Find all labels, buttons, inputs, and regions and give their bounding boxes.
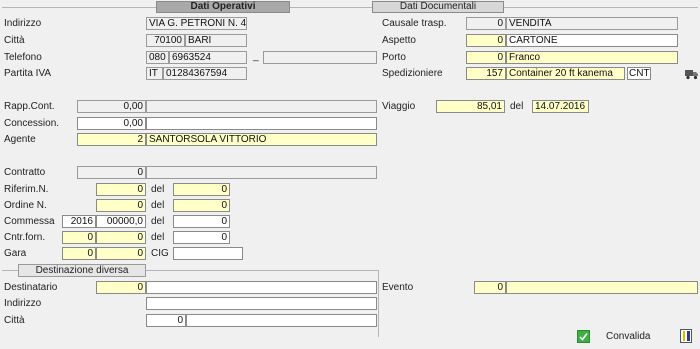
viaggio-del-label: del — [510, 101, 524, 112]
cntr-forn-del-label: del — [151, 232, 165, 243]
rapp-cont-label: Rapp.Cont. — [4, 101, 55, 112]
rapp-cont-desc-field[interactable] — [146, 100, 377, 113]
riferim-label: Riferim.N. — [4, 184, 49, 195]
riferim-field[interactable]: 0 — [96, 183, 146, 196]
agente-name-field[interactable]: SANTORSOLA VITTORIO — [146, 133, 377, 146]
gara-cig-label: CIG — [151, 248, 169, 259]
riferim-del-label: del — [151, 184, 165, 195]
commessa-field[interactable]: 00000,0 — [96, 215, 146, 228]
telefono-label: Telefono — [4, 52, 42, 63]
tab-dati-operativi[interactable]: Dati Operativi — [156, 1, 290, 13]
destinazione-line-left — [2, 270, 18, 271]
truck-icon[interactable] — [685, 68, 699, 80]
telefono-extra-field[interactable] — [263, 51, 377, 64]
spedizioniere-label: Spedizioniere — [382, 68, 443, 79]
dest-citta-label: Città — [4, 315, 25, 326]
partita-iva-number-field[interactable]: 01284367594 — [163, 67, 247, 80]
concession-field[interactable]: 0,00 — [77, 117, 146, 130]
check-icon — [579, 333, 588, 341]
destinatario-label: Destinatario — [4, 282, 58, 293]
commessa-date-field[interactable]: 0 — [173, 215, 230, 228]
citta-name-field[interactable]: BARI — [185, 34, 247, 47]
destinatario-code-field[interactable]: 0 — [96, 281, 146, 294]
porto-code-field[interactable]: 0 — [466, 51, 506, 64]
gara-b-field[interactable]: 0 — [96, 247, 146, 260]
ordine-del-label: del — [151, 200, 165, 211]
citta-label: Città — [4, 35, 25, 46]
porto-label: Porto — [382, 52, 406, 63]
spedizioniere-tag-field[interactable]: CNT — [627, 67, 651, 80]
ordine-field[interactable]: 0 — [96, 199, 146, 212]
cntr-forn-label: Cntr.forn. — [4, 232, 46, 243]
gara-a-field[interactable]: 0 — [62, 247, 96, 260]
convalida-checkbox[interactable] — [577, 330, 590, 343]
aspetto-value-field[interactable]: CARTONE — [506, 34, 678, 47]
contratto-desc-field[interactable] — [146, 166, 377, 179]
concession-desc-field[interactable] — [146, 117, 377, 130]
concession-label: Concession. — [4, 118, 60, 129]
cntr-forn-date-field[interactable]: 0 — [173, 231, 230, 244]
header-divider — [2, 7, 698, 8]
gara-label: Gara — [4, 248, 27, 259]
aspetto-label: Aspetto — [382, 35, 416, 46]
partita-iva-country-field[interactable]: IT — [146, 67, 163, 80]
tab-dati-documentali[interactable]: Dati Documentali — [372, 1, 504, 13]
partita-iva-label: Partita IVA — [4, 68, 52, 79]
causale-label: Causale trasp. — [382, 18, 447, 29]
riferim-date-field[interactable]: 0 — [173, 183, 230, 196]
rapp-cont-field[interactable]: 0,00 — [77, 100, 146, 113]
citta-cap-field[interactable]: 70100 — [146, 34, 185, 47]
commessa-year-field[interactable]: 2016 — [62, 215, 96, 228]
viaggio-date-field[interactable]: 14.07.2016 — [532, 100, 589, 113]
ordine-date-field[interactable]: 0 — [173, 199, 230, 212]
destinazione-line-right — [146, 270, 378, 271]
contratto-label: Contratto — [4, 167, 46, 178]
dest-citta-code-field[interactable]: 0 — [146, 314, 186, 327]
commessa-label: Commessa — [4, 216, 55, 227]
indirizzo-field[interactable]: VIA G. PETRONI N. 45 — [146, 17, 247, 30]
destinatario-name-field[interactable] — [146, 281, 377, 294]
indirizzo-label: Indirizzo — [4, 18, 42, 29]
agente-label: Agente — [4, 134, 36, 145]
evento-label: Evento — [382, 282, 414, 293]
evento-value-field[interactable] — [506, 281, 698, 294]
gara-cig-field[interactable] — [173, 247, 243, 260]
document-icon[interactable] — [680, 329, 692, 343]
form-root: Dati Operativi Dati Documentali Indirizz… — [0, 0, 700, 349]
cntr-forn-a-field[interactable]: 0 — [62, 231, 96, 244]
porto-value-field[interactable]: Franco — [506, 51, 678, 64]
dest-citta-name-field[interactable] — [186, 314, 377, 327]
evento-code-field[interactable]: 0 — [474, 281, 506, 294]
dest-indirizzo-field[interactable] — [146, 297, 377, 310]
spedizioniere-code-field[interactable]: 157 — [466, 67, 506, 80]
cntr-forn-b-field[interactable]: 0 — [96, 231, 146, 244]
telefono-number-field[interactable]: 6963524 — [169, 51, 247, 64]
viaggio-field[interactable]: 85,01 — [436, 100, 505, 113]
agente-code-field[interactable]: 2 — [77, 133, 146, 146]
causale-code-field[interactable]: 0 — [466, 17, 506, 30]
ordine-label: Ordine N. — [4, 200, 47, 211]
destinazione-line-vertical — [378, 270, 379, 337]
destinazione-title: Destinazione diversa — [18, 264, 146, 277]
viaggio-label: Viaggio — [382, 101, 416, 112]
spedizioniere-value-field[interactable]: Container 20 ft kanema — [506, 67, 625, 80]
telefono-prefix-field[interactable]: 080 — [146, 51, 169, 64]
convalida-label: Convalida — [606, 331, 651, 342]
commessa-del-label: del — [151, 216, 165, 227]
contratto-field[interactable]: 0 — [77, 166, 146, 179]
aspetto-code-field[interactable]: 0 — [466, 34, 506, 47]
causale-value-field[interactable]: VENDITA — [506, 17, 678, 30]
dest-indirizzo-label: Indirizzo — [4, 298, 42, 309]
telefono-separator: _ — [253, 51, 259, 62]
